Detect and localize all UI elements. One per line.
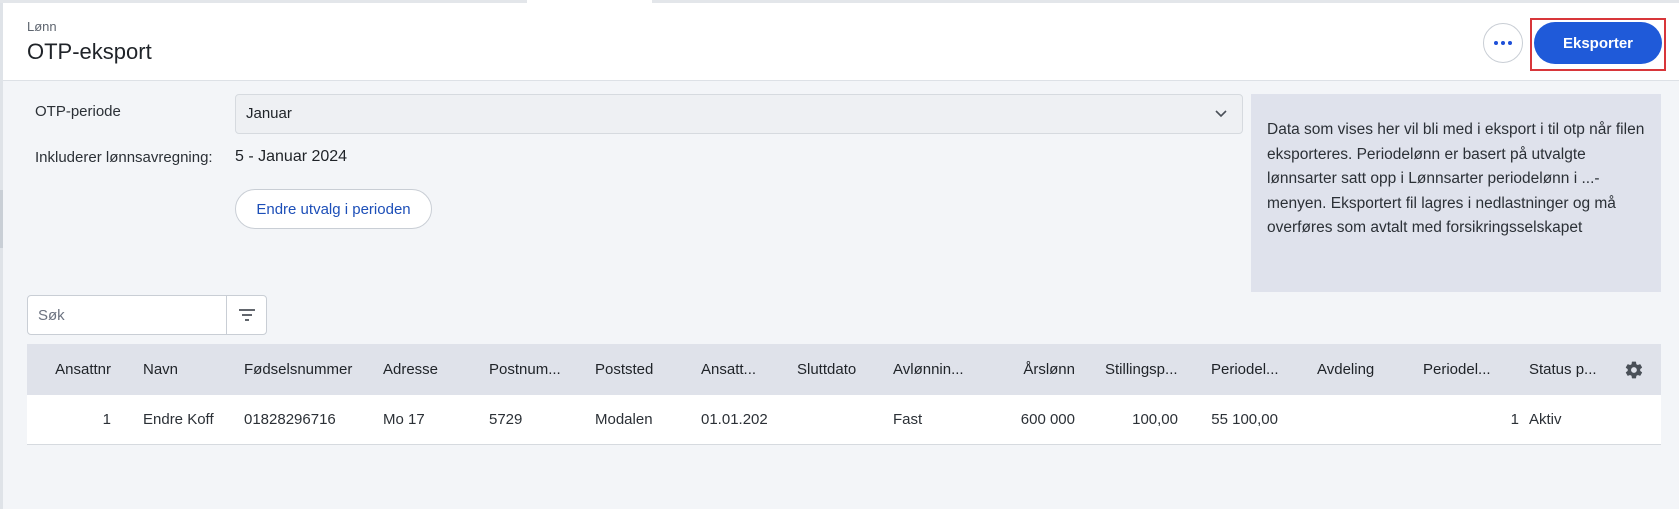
column-header-fodselsnummer[interactable]: Fødselsnummer — [244, 344, 374, 395]
search-input[interactable] — [28, 296, 226, 334]
page-header: Lønn OTP-eksport Eksporter — [3, 3, 1679, 81]
filter-icon — [238, 309, 255, 321]
cell-ansattdato: 01.01.2024 — [701, 411, 767, 428]
cell-ansattnr: 1 — [102, 411, 111, 428]
cell-sluttdato — [797, 395, 893, 444]
column-header-poststed[interactable]: Poststed — [595, 344, 691, 395]
chevron-down-icon — [1215, 110, 1227, 118]
column-header-stillingsprosent[interactable]: Stillingsp... — [1105, 344, 1191, 395]
column-header-avlonning[interactable]: Avlønnin... — [893, 344, 989, 395]
info-box: Data som vises her vil bli med i eksport… — [1251, 94, 1661, 292]
column-header-sluttdato[interactable]: Sluttdato — [797, 344, 893, 395]
cell-poststed: Modalen — [595, 411, 653, 428]
column-header-periodel-2[interactable]: Periodel... — [1423, 344, 1519, 395]
change-period-button[interactable]: Endre utvalg i perioden — [235, 189, 432, 229]
period-label: OTP-periode — [35, 103, 121, 120]
cell-stillingsprosent: 100,00 — [1132, 411, 1178, 428]
column-header-avdeling[interactable]: Avdeling — [1317, 344, 1413, 395]
column-header-arslonn[interactable]: Årslønn — [995, 344, 1075, 395]
column-header-periodelonn[interactable]: Periodel... — [1211, 344, 1307, 395]
cell-adresse: Mo 17 — [383, 411, 425, 428]
table-row[interactable]: 1 Endre Koff 01828296716 Mo 17 5729 Moda… — [27, 395, 1661, 445]
more-options-button[interactable] — [1483, 23, 1523, 63]
export-button[interactable]: Eksporter — [1534, 22, 1662, 64]
column-header-adresse[interactable]: Adresse — [383, 344, 481, 395]
page-title: OTP-eksport — [27, 39, 152, 64]
includes-value: 5 - Januar 2024 — [235, 148, 348, 165]
column-header-status[interactable]: Status p... — [1529, 344, 1619, 395]
cell-fodselsnummer: 01828296716 — [244, 411, 336, 428]
more-dot — [1508, 41, 1512, 45]
cell-avdeling — [1317, 395, 1413, 444]
left-scroll-mark — [0, 190, 3, 248]
includes-label: Inkluderer lønnsavregning: — [35, 149, 213, 166]
more-dot — [1501, 41, 1505, 45]
column-header-ansattdato[interactable]: Ansatt... — [701, 344, 797, 395]
cell-navn: Endre Koff — [143, 411, 214, 428]
gear-icon[interactable] — [1624, 360, 1644, 380]
period-select[interactable]: Januar — [235, 94, 1243, 134]
cell-postnummer: 5729 — [489, 411, 523, 428]
page: Lønn OTP-eksport Eksporter OTP-periode J… — [0, 0, 1679, 509]
cell-arslonn: 600 000 — [1020, 411, 1075, 428]
period-selected-value: Januar — [246, 105, 292, 122]
cell-avlonning: Fast — [893, 411, 923, 428]
cell-periodel-2: 1 — [1510, 411, 1519, 428]
info-text: Data som vises her vil bli med i eksport… — [1267, 121, 1645, 236]
cell-status: Aktiv — [1529, 411, 1562, 428]
breadcrumb[interactable]: Lønn — [27, 19, 57, 34]
search-field — [27, 295, 267, 335]
column-header-postnummer[interactable]: Postnum... — [489, 344, 585, 395]
column-header-navn[interactable]: Navn — [143, 344, 239, 395]
filter-button[interactable] — [226, 296, 266, 334]
table-header: Ansattnr Navn Fødselsnummer Adresse Post… — [27, 344, 1661, 395]
column-header-ansattnr[interactable]: Ansattnr — [27, 344, 111, 395]
more-horizontal-icon — [1494, 41, 1498, 45]
cell-periodelonn: 55 100,00 — [1211, 411, 1278, 428]
